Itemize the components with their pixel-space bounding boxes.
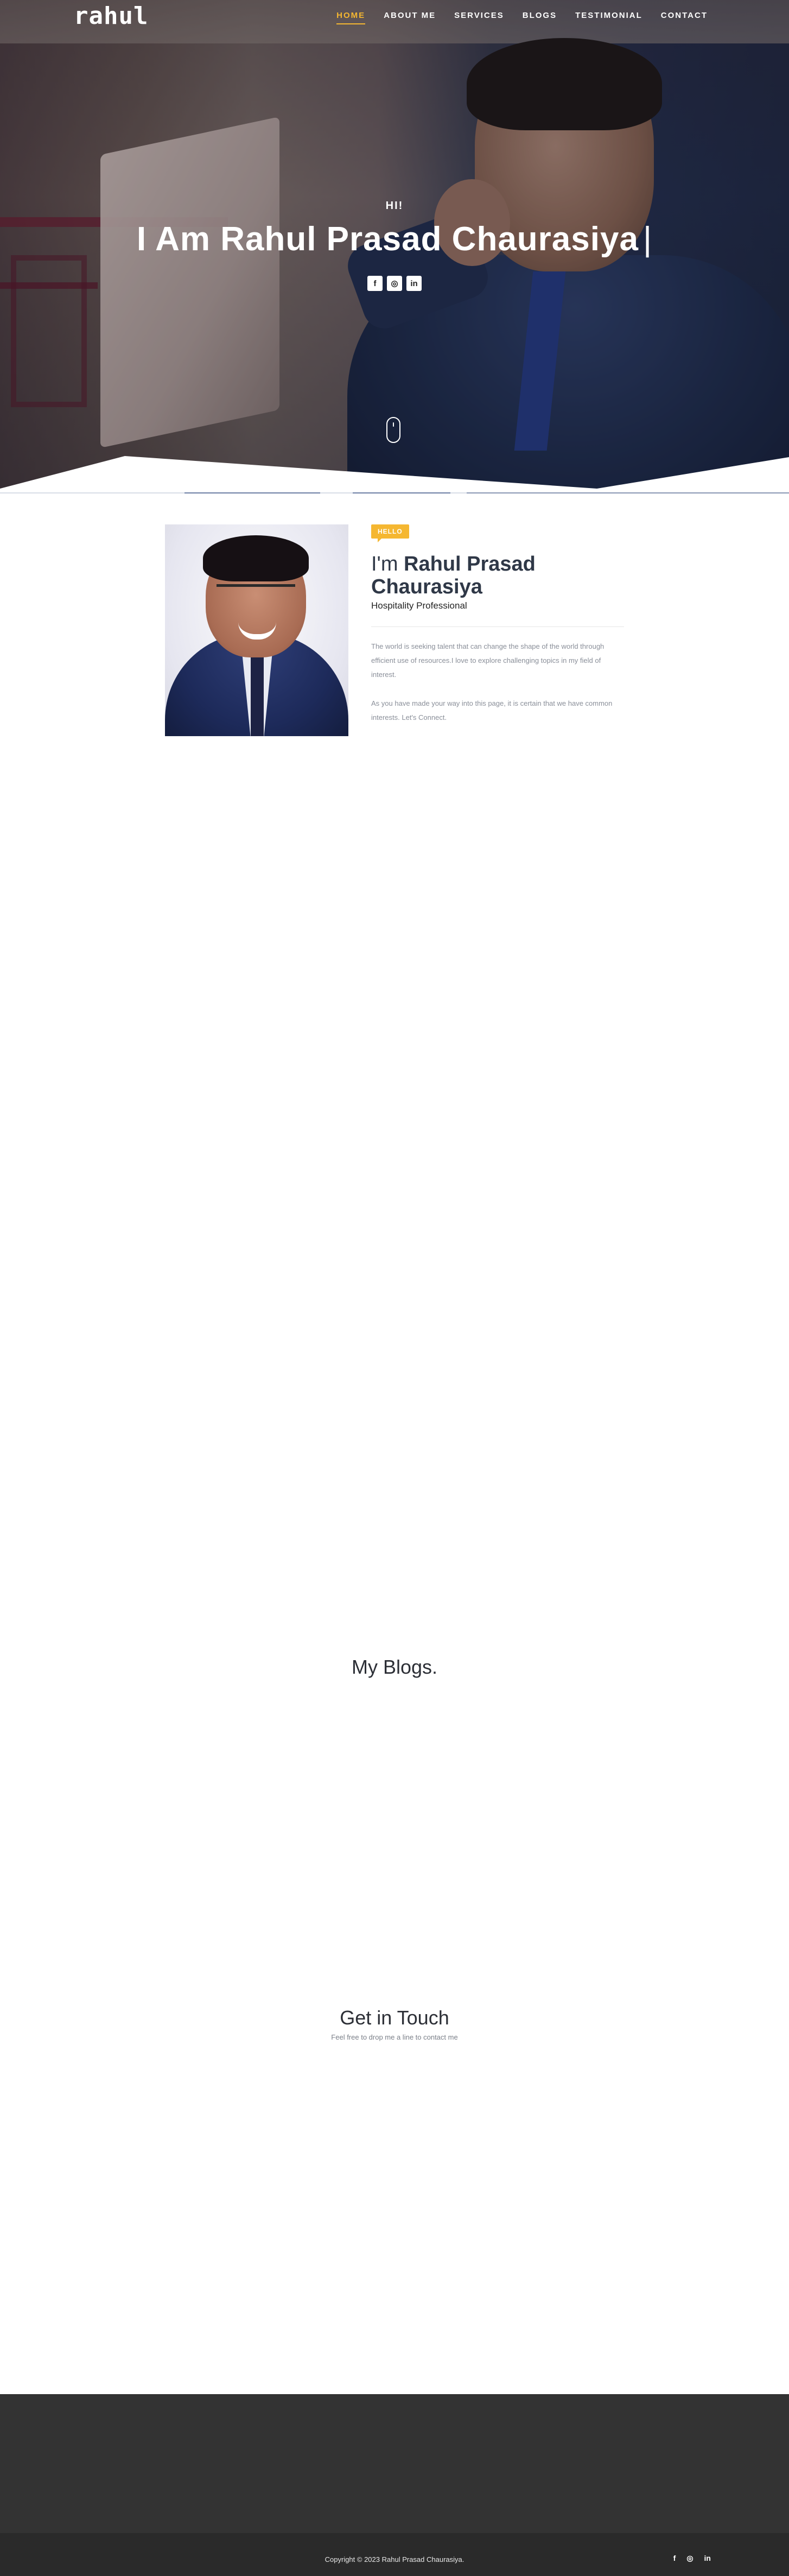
hero-bottom-divider [0, 456, 789, 499]
hero-greeting: HI! [385, 200, 404, 212]
facebook-icon[interactable]: f [673, 2554, 676, 2563]
hero-title-text: I Am Rahul Prasad Chaurasiya [136, 220, 639, 258]
about-paragraph-2: As you have made your way into this page… [371, 699, 613, 721]
about-paragraph-1: The world is seeking talent that can cha… [371, 642, 605, 679]
blogs-section-title: My Blogs. [351, 1656, 438, 1678]
main-nav: HOME ABOUT ME SERVICES BLOGS TESTIMONIAL… [336, 11, 708, 24]
photo-glasses [217, 584, 295, 609]
footer-copyright: Copyright © 2023 Rahul Prasad Chaurasiya… [324, 2555, 465, 2564]
scroll-down-mouse-icon[interactable] [386, 417, 400, 443]
typing-cursor: | [642, 220, 653, 258]
hero-social-links: f ◎ in [0, 276, 789, 291]
nav-testimonial[interactable]: TESTIMONIAL [575, 11, 642, 24]
hero-title: I Am Rahul Prasad Chaurasiya | [0, 220, 789, 258]
photo-tie [251, 652, 264, 736]
linkedin-icon[interactable]: in [406, 276, 422, 291]
instagram-icon[interactable]: ◎ [686, 2554, 693, 2563]
footer-social-links: f ◎ in [673, 2554, 711, 2563]
hello-badge: HELLO [371, 524, 409, 542]
contact-section-subtitle: Feel free to drop me a line to contact m… [331, 2033, 458, 2041]
about-profile-photo [165, 524, 348, 736]
nav-home[interactable]: HOME [336, 11, 366, 24]
nav-about-me[interactable]: ABOUT ME [384, 11, 436, 24]
about-heading: I'm Rahul Prasad Chaurasiya [371, 553, 567, 598]
nav-blogs[interactable]: BLOGS [523, 11, 557, 24]
photo-hair [203, 535, 309, 581]
facebook-icon[interactable]: f [367, 276, 383, 291]
footer-upper [0, 2394, 789, 2533]
site-logo[interactable]: rahul [74, 2, 148, 30]
instagram-icon[interactable]: ◎ [387, 276, 402, 291]
linkedin-icon[interactable]: in [704, 2554, 711, 2563]
nav-contact[interactable]: CONTACT [661, 11, 708, 24]
about-heading-prefix: I'm [371, 553, 398, 575]
about-divider [371, 626, 624, 627]
contact-section-title: Get in Touch [340, 2007, 449, 2029]
about-role: Hospitality Professional [371, 600, 467, 611]
footer-lower [0, 2533, 789, 2576]
nav-services[interactable]: SERVICES [454, 11, 504, 24]
